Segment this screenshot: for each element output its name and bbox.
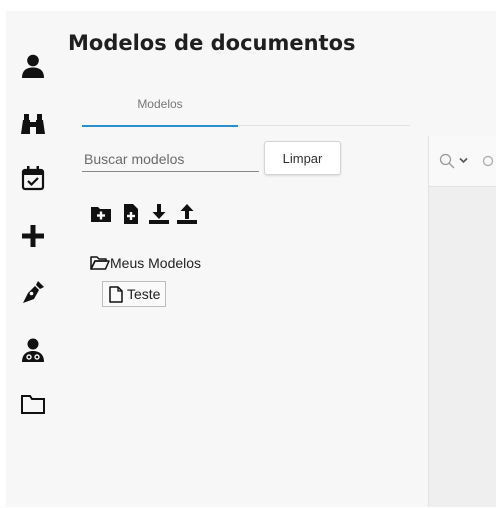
- preview-toolbar: [429, 136, 496, 187]
- binoculars-icon[interactable]: [20, 111, 46, 137]
- plus-icon[interactable]: [20, 223, 46, 249]
- clear-button[interactable]: Limpar: [264, 141, 341, 175]
- active-tab-indicator: [82, 125, 238, 127]
- tree-folder-meus-modelos[interactable]: Meus Modelos: [90, 253, 201, 273]
- tree-folder-label: Meus Modelos: [110, 255, 202, 271]
- icon-sidebar: [6, 11, 58, 507]
- file-plus-icon[interactable]: [120, 203, 142, 225]
- tree-file-teste[interactable]: Teste: [102, 281, 167, 307]
- folder-open-icon: [90, 256, 110, 270]
- partial-toolbar-icon[interactable]: [481, 155, 495, 167]
- download-icon[interactable]: [148, 203, 170, 225]
- app-window: Modelos de documentos Modelos Limpar Meu…: [6, 11, 496, 507]
- user-doctor-icon[interactable]: [20, 337, 46, 363]
- document-preview-panel: [428, 136, 496, 507]
- search-icon[interactable]: [439, 153, 455, 169]
- file-icon: [109, 285, 123, 303]
- chevron-down-icon[interactable]: [459, 157, 468, 164]
- folder-icon[interactable]: [20, 391, 46, 417]
- tree-file-label: Teste: [127, 286, 161, 302]
- user-icon[interactable]: [20, 53, 46, 79]
- tab-label: Modelos: [137, 97, 183, 111]
- upload-icon[interactable]: [176, 203, 198, 225]
- folder-plus-icon[interactable]: [90, 203, 112, 225]
- page-title: Modelos de documentos: [68, 31, 356, 55]
- tab-modelos[interactable]: Modelos: [82, 93, 238, 127]
- search-input[interactable]: [82, 147, 259, 172]
- calendar-check-icon[interactable]: [20, 165, 46, 191]
- pen-nib-icon[interactable]: [20, 279, 46, 305]
